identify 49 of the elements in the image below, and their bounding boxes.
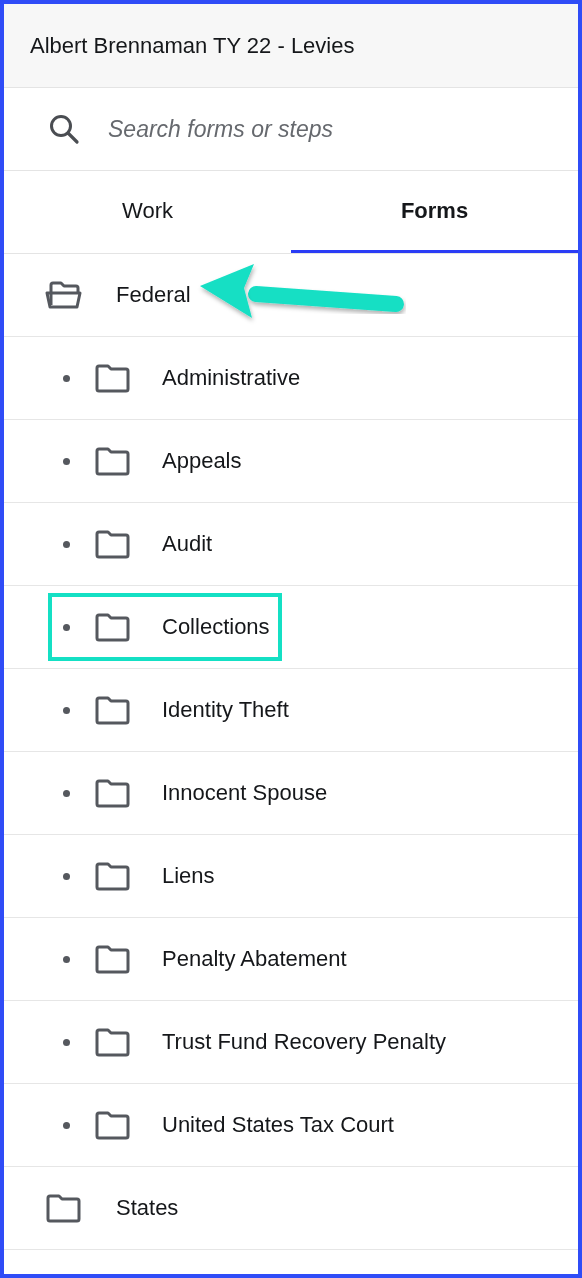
item-label: Penalty Abatement xyxy=(162,946,347,972)
folder-icon xyxy=(44,1192,84,1224)
tree-item[interactable]: United States Tax Court xyxy=(4,1084,578,1167)
folder-icon xyxy=(93,362,133,394)
item-label: States xyxy=(116,1195,179,1221)
item-label: Audit xyxy=(162,531,213,557)
search-field[interactable]: Search forms or steps xyxy=(108,115,488,143)
tree-item[interactable]: States xyxy=(4,1167,578,1250)
tree-item[interactable]: Identity Theft xyxy=(4,669,578,752)
tree-item[interactable]: Administrative xyxy=(4,337,578,420)
folder-icon xyxy=(93,445,133,477)
bullet-icon xyxy=(63,457,70,465)
search-icon xyxy=(48,113,80,145)
item-label: Innocent Spouse xyxy=(162,780,328,806)
tree-item[interactable]: Liens xyxy=(4,835,578,918)
tree-item[interactable]: Audit xyxy=(4,503,578,586)
folder-icon xyxy=(93,777,133,809)
tree-item[interactable]: Appeals xyxy=(4,420,578,503)
bullet-icon xyxy=(63,374,70,382)
tree-item[interactable]: Trust Fund Recovery Penalty xyxy=(4,1001,578,1084)
item-label: Liens xyxy=(162,863,215,889)
bullet-icon xyxy=(63,1121,70,1129)
folder-icon xyxy=(93,528,133,560)
bullet-icon xyxy=(63,706,70,714)
tree-item[interactable]: Penalty Abatement xyxy=(4,918,578,1001)
item-label: Administrative xyxy=(162,365,301,391)
item-label: Federal xyxy=(116,282,191,308)
item-label: Appeals xyxy=(162,448,242,474)
bullet-icon xyxy=(63,540,70,548)
bullet-icon xyxy=(63,789,70,797)
item-label: United States Tax Court xyxy=(162,1112,394,1138)
folder-icon xyxy=(93,611,133,643)
bullet-icon xyxy=(63,1038,70,1046)
tree-item[interactable]: Innocent Spouse xyxy=(4,752,578,835)
open-folder-icon xyxy=(44,279,84,311)
tree-item[interactable]: Collections xyxy=(4,586,578,669)
folder-icon xyxy=(93,1026,133,1058)
bullet-icon xyxy=(63,623,70,631)
folder-icon xyxy=(93,1109,133,1141)
tree-item[interactable]: Federal xyxy=(4,254,578,337)
panel-title: Albert Brennaman TY 22 - Levies xyxy=(30,32,355,59)
folder-icon xyxy=(93,860,133,892)
folder-icon xyxy=(93,694,133,726)
item-label: Identity Theft xyxy=(162,697,289,723)
bullet-icon xyxy=(63,955,70,963)
item-label: Collections xyxy=(162,614,270,640)
folder-icon xyxy=(93,943,133,975)
bullet-icon xyxy=(63,872,70,880)
item-label: Trust Fund Recovery Penalty xyxy=(162,1029,447,1055)
